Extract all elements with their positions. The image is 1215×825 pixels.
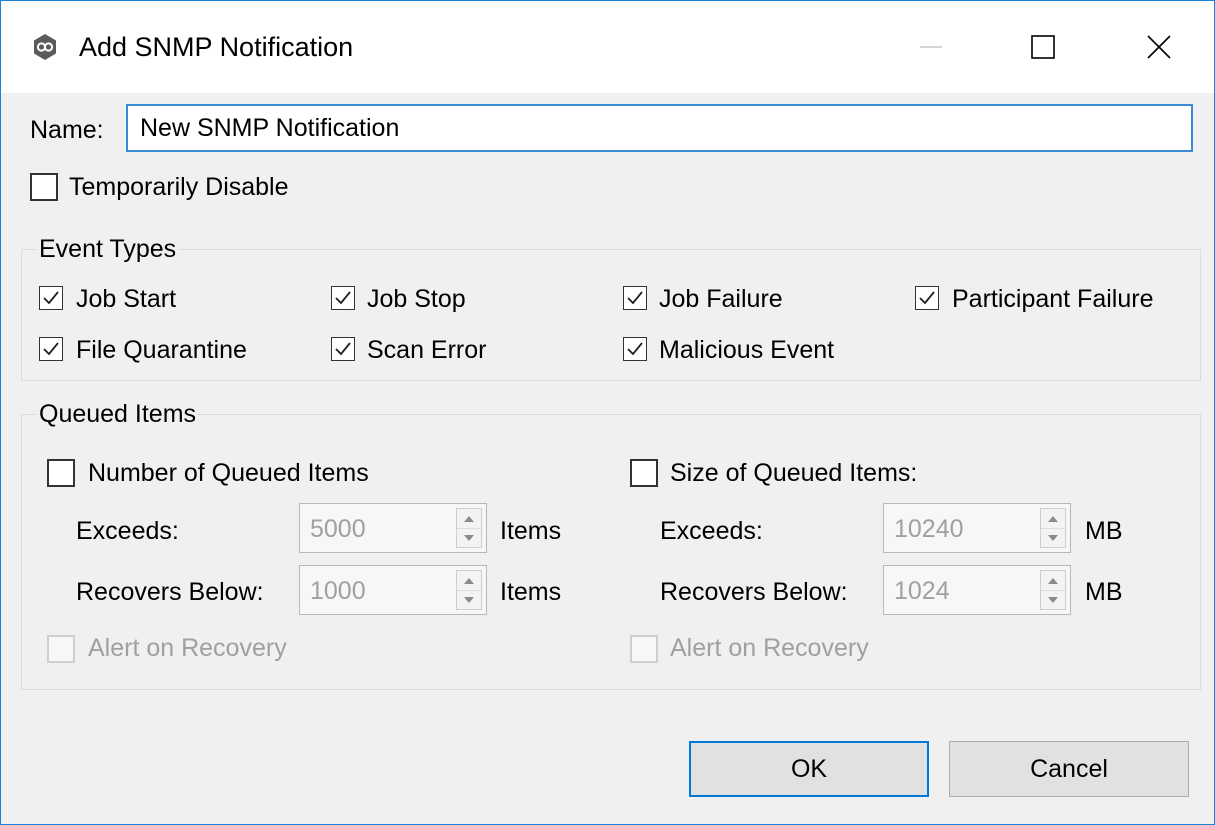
size-recovers-below-label: Recovers Below: — [660, 578, 848, 606]
number-exceeds-spinner[interactable]: 5000 — [299, 503, 487, 553]
spinner-arrows[interactable] — [456, 570, 482, 610]
job-failure-label: Job Failure — [659, 285, 783, 313]
number-exceeds-unit: Items — [500, 517, 562, 545]
size-recovers-below-spinner[interactable]: 1024 — [883, 565, 1071, 615]
number-recovers-below-label: Recovers Below: — [76, 578, 264, 606]
scan-error-checkbox[interactable] — [331, 337, 355, 361]
participant-failure-label: Participant Failure — [952, 285, 1154, 313]
checkmark-icon — [335, 342, 351, 356]
spinner-up-icon[interactable] — [1041, 509, 1065, 529]
participant-failure-checkbox[interactable] — [915, 286, 939, 310]
number-of-queued-items-label: Number of Queued Items — [88, 459, 369, 487]
dialog-window: Add SNMP Notification Name: Temporarily … — [0, 0, 1215, 825]
malicious-event-label: Malicious Event — [659, 336, 835, 364]
close-button[interactable] — [1119, 21, 1199, 73]
maximize-icon — [1031, 35, 1055, 59]
window-title: Add SNMP Notification — [79, 32, 354, 62]
number-exceeds-label: Exceeds: — [76, 517, 179, 545]
number-recovers-below-spinner[interactable]: 1000 — [299, 565, 487, 615]
number-recovers-below-unit: Items — [500, 578, 562, 606]
queued-items-title: Queued Items — [37, 399, 199, 429]
spinner-up-icon[interactable] — [457, 571, 481, 591]
size-exceeds-unit: MB — [1085, 517, 1123, 545]
job-start-label: Job Start — [76, 285, 177, 313]
number-alert-on-recovery-label: Alert on Recovery — [88, 634, 287, 662]
number-exceeds-value: 5000 — [310, 515, 366, 543]
minimize-icon — [920, 46, 942, 48]
minimize-button[interactable] — [891, 21, 971, 73]
cancel-button[interactable]: Cancel — [949, 741, 1189, 797]
checkmark-icon — [43, 291, 59, 305]
number-of-queued-items-checkbox[interactable] — [47, 459, 75, 487]
size-recovers-below-unit: MB — [1085, 578, 1123, 606]
checkmark-icon — [627, 291, 643, 305]
spinner-arrows[interactable] — [456, 508, 482, 548]
spinner-down-icon[interactable] — [1041, 590, 1065, 609]
spinner-down-icon[interactable] — [1041, 528, 1065, 547]
job-stop-checkbox[interactable] — [331, 286, 355, 310]
size-of-queued-items-label: Size of Queued Items: — [670, 459, 918, 487]
spinner-arrows[interactable] — [1040, 570, 1066, 610]
close-icon — [1147, 35, 1171, 59]
temporarily-disable-checkbox[interactable] — [30, 173, 58, 201]
spinner-down-icon[interactable] — [457, 528, 481, 547]
size-exceeds-label: Exceeds: — [660, 517, 763, 545]
checkmark-icon — [919, 291, 935, 305]
spinner-down-icon[interactable] — [457, 590, 481, 609]
app-logo-icon — [31, 33, 59, 61]
size-of-queued-items-checkbox[interactable] — [630, 459, 658, 487]
name-label: Name: — [30, 116, 104, 144]
job-stop-label: Job Stop — [367, 285, 466, 313]
size-exceeds-spinner[interactable]: 10240 — [883, 503, 1071, 553]
scan-error-label: Scan Error — [367, 336, 487, 364]
name-input[interactable] — [126, 104, 1193, 152]
malicious-event-checkbox[interactable] — [623, 337, 647, 361]
size-exceeds-value: 10240 — [894, 515, 964, 543]
file-quarantine-checkbox[interactable] — [39, 337, 63, 361]
job-failure-checkbox[interactable] — [623, 286, 647, 310]
size-alert-on-recovery-label: Alert on Recovery — [670, 634, 869, 662]
number-alert-on-recovery-checkbox[interactable] — [47, 635, 75, 663]
size-alert-on-recovery-checkbox[interactable] — [630, 635, 658, 663]
checkmark-icon — [335, 291, 351, 305]
checkmark-icon — [627, 342, 643, 356]
spinner-up-icon[interactable] — [1041, 571, 1065, 591]
number-recovers-below-value: 1000 — [310, 577, 366, 605]
ok-button[interactable]: OK — [689, 741, 929, 797]
temporarily-disable-label: Temporarily Disable — [69, 173, 289, 201]
file-quarantine-label: File Quarantine — [76, 336, 247, 364]
job-start-checkbox[interactable] — [39, 286, 63, 310]
spinner-up-icon[interactable] — [457, 509, 481, 529]
maximize-button[interactable] — [1003, 21, 1083, 73]
event-types-title: Event Types — [37, 234, 179, 264]
title-bar: Add SNMP Notification — [1, 1, 1214, 93]
checkmark-icon — [43, 342, 59, 356]
size-recovers-below-value: 1024 — [894, 577, 950, 605]
spinner-arrows[interactable] — [1040, 508, 1066, 548]
